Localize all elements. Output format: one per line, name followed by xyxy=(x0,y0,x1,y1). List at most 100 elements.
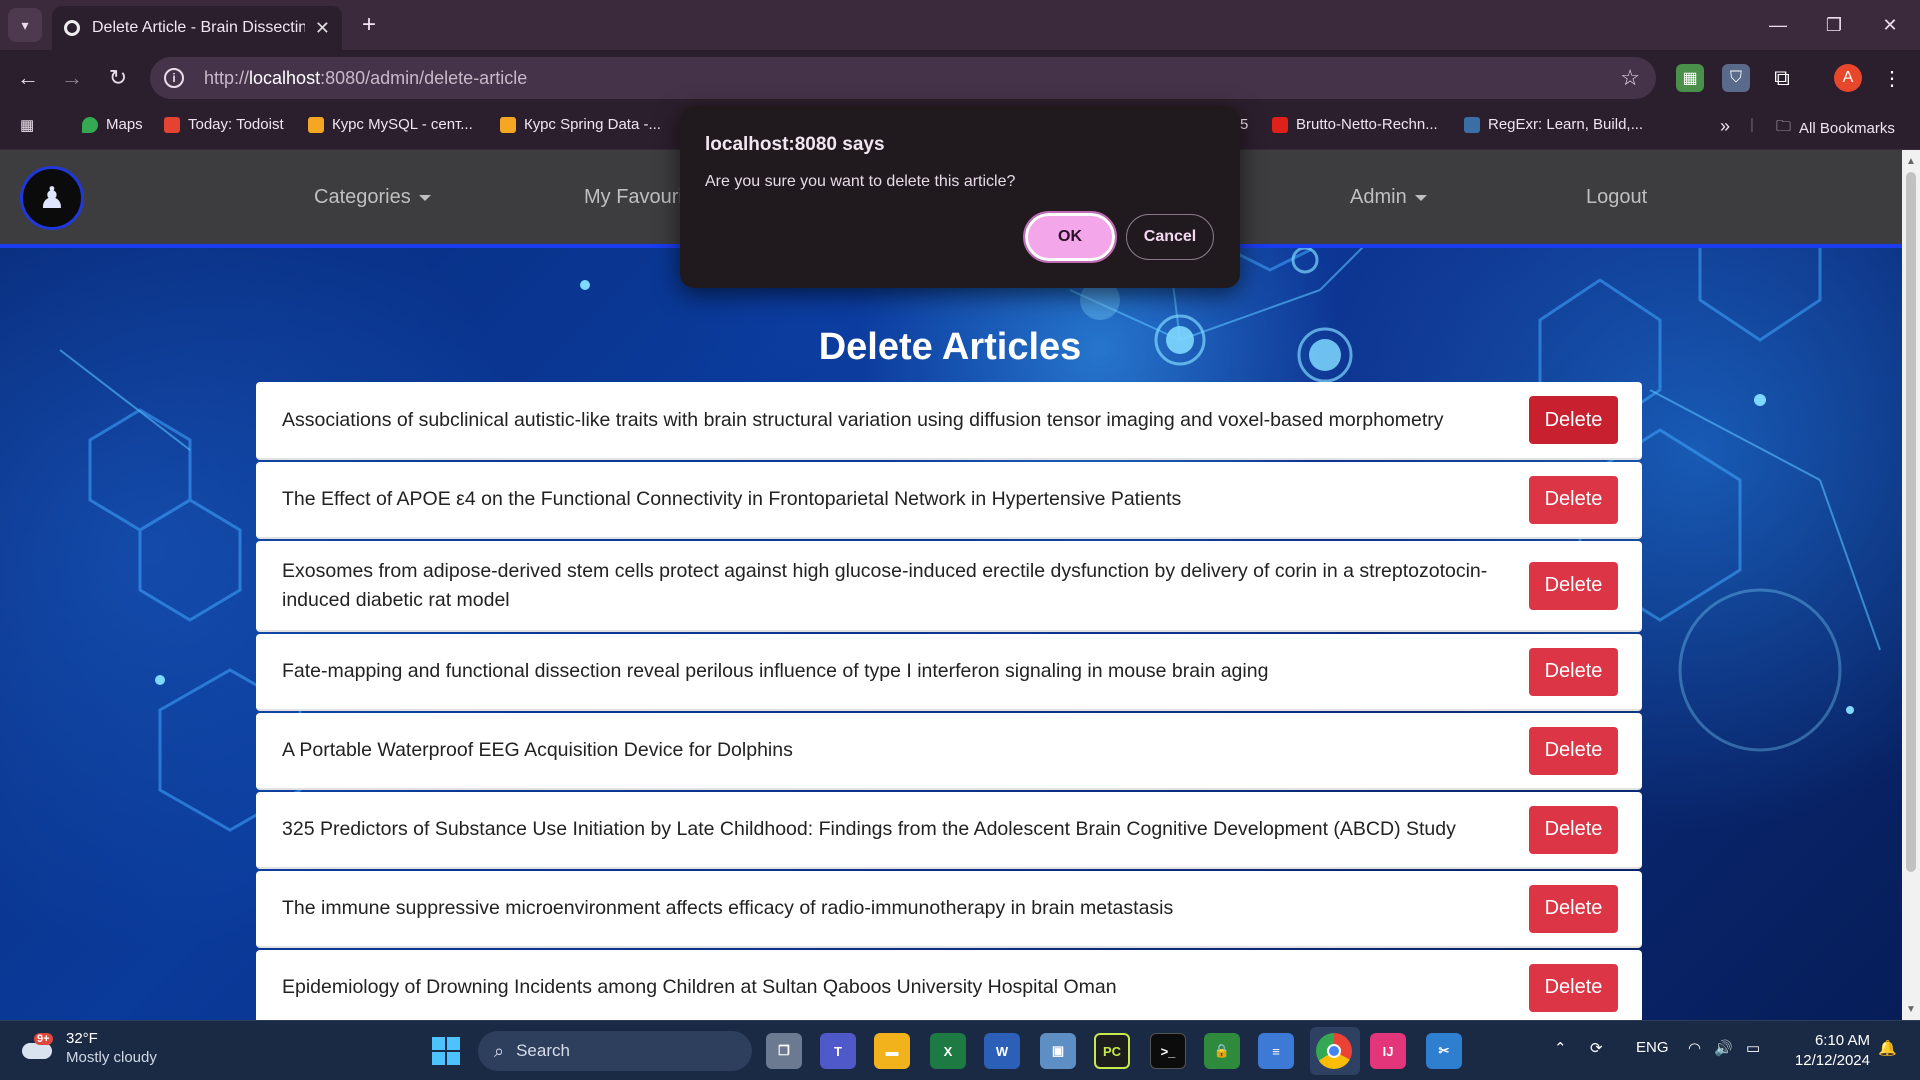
nav-logout-label: Logout xyxy=(1586,186,1648,208)
brain-dissecting-logo[interactable]: ♟ xyxy=(20,166,84,230)
nav-categories[interactable]: Categories xyxy=(314,186,431,209)
extension-shield-icon[interactable]: ⛉ xyxy=(1722,64,1750,92)
tab-favicon-icon xyxy=(64,20,80,36)
show-hidden-icons[interactable]: ⌃ xyxy=(1554,1039,1567,1057)
scroll-down-icon[interactable]: ▼ xyxy=(1902,1000,1920,1018)
article-title: 325 Predictors of Substance Use Initiati… xyxy=(282,818,1456,840)
article-title: A Portable Waterproof EEG Acquisition De… xyxy=(282,739,793,761)
reload-button[interactable]: ↻ xyxy=(100,60,136,96)
wifi-icon[interactable]: ◠ xyxy=(1688,1039,1701,1057)
confirm-dialog: localhost:8080 says Are you sure you wan… xyxy=(680,106,1240,288)
restore-button[interactable]: ❐ xyxy=(1806,0,1862,50)
todoist-icon xyxy=(164,116,180,133)
bookmark-brutto-netto[interactable]: Brutto-Netto-Rechn... xyxy=(1272,116,1438,133)
pycharm-icon[interactable]: PC xyxy=(1094,1033,1130,1069)
more-bookmarks-icon[interactable]: » xyxy=(1720,116,1730,137)
intellij-icon[interactable]: IJ xyxy=(1370,1033,1406,1069)
page-title: Delete Articles xyxy=(818,326,1082,368)
weather-widget[interactable]: 9+ 32°F Mostly cloudy xyxy=(20,1029,157,1067)
language-indicator[interactable]: ENG xyxy=(1636,1039,1669,1056)
new-tab-button[interactable]: + xyxy=(352,8,386,42)
apps-grid-icon[interactable]: ▦ xyxy=(20,116,34,134)
close-window-button[interactable]: ✕ xyxy=(1862,0,1918,50)
forward-button[interactable]: → xyxy=(54,60,90,96)
windows-start-icon[interactable] xyxy=(432,1037,460,1065)
notification-bell-icon[interactable]: 🔔 xyxy=(1878,1039,1897,1057)
dialog-message: Are you sure you want to delete this art… xyxy=(705,173,1016,190)
bookmark-mysql-course[interactable]: Курс MySQL - сеnт... xyxy=(308,116,473,133)
nav-favourites-label: My Favouri xyxy=(584,186,683,208)
delete-button[interactable]: Delete xyxy=(1529,884,1618,933)
article-row: A Portable Waterproof EEG Acquisition De… xyxy=(256,713,1642,790)
page-scrollbar[interactable]: ▲ ▼ xyxy=(1902,150,1920,1020)
extension-palette-icon[interactable]: ▦ xyxy=(1676,64,1704,92)
chrome-icon[interactable] xyxy=(1316,1033,1352,1069)
lock-app-icon[interactable]: 🔒 xyxy=(1204,1033,1240,1069)
tab-close-icon[interactable]: ✕ xyxy=(315,18,330,39)
article-title: Associations of subclinical autistic-lik… xyxy=(282,408,1444,431)
brutto-netto-icon xyxy=(1272,116,1288,133)
temperature: 32°F xyxy=(66,1030,98,1047)
cancel-button[interactable]: Cancel xyxy=(1126,214,1214,260)
tab-search-button[interactable]: ▾ xyxy=(8,8,42,42)
word-icon[interactable]: W xyxy=(984,1033,1020,1069)
bookmark-spring-course[interactable]: Курс Spring Data -... xyxy=(500,116,661,133)
delete-button[interactable]: Delete xyxy=(1529,805,1618,854)
file-explorer-icon[interactable]: ▬ xyxy=(874,1033,910,1069)
all-bookmarks[interactable]: 🗀 All Bookmarks xyxy=(1776,116,1895,141)
tab-title: Delete Article - Brain Dissecting xyxy=(92,19,305,36)
profile-avatar[interactable]: A xyxy=(1834,64,1862,92)
caret-down-icon xyxy=(418,194,431,201)
delete-button[interactable]: Delete xyxy=(1529,963,1618,1012)
task-view-icon[interactable]: ❐ xyxy=(766,1033,802,1069)
article-title: Fate-mapping and functional dissection r… xyxy=(282,660,1269,682)
delete-button[interactable]: Delete xyxy=(1529,475,1618,524)
reload-icon: ↻ xyxy=(108,65,128,90)
plus-icon: + xyxy=(361,11,376,38)
system-clock[interactable]: 6:10 AM 12/12/2024 xyxy=(1780,1031,1870,1071)
article-title: The Effect of APOE ε4 on the Functional … xyxy=(282,488,1182,510)
maps-pin-icon xyxy=(82,116,98,133)
scroll-up-icon[interactable]: ▲ xyxy=(1902,152,1920,170)
nav-logout[interactable]: Logout xyxy=(1586,186,1647,209)
volume-icon[interactable]: 🔊 xyxy=(1714,1039,1733,1057)
delete-button[interactable]: Delete xyxy=(1529,726,1618,775)
delete-button[interactable]: Delete xyxy=(1529,561,1618,610)
taskbar-search[interactable]: ⌕ Search xyxy=(478,1031,752,1071)
delete-button[interactable]: Delete xyxy=(1529,647,1618,696)
notepad-icon[interactable]: ≡ xyxy=(1258,1033,1294,1069)
site-info-icon[interactable]: i xyxy=(164,68,184,88)
nav-admin[interactable]: Admin xyxy=(1350,186,1427,209)
nav-categories-label: Categories xyxy=(314,186,411,208)
bookmark-maps[interactable]: Maps xyxy=(82,116,143,133)
extensions-puzzle-icon[interactable]: ⧉ xyxy=(1768,64,1796,92)
battery-icon[interactable]: ▭ xyxy=(1746,1039,1760,1057)
search-icon: ⌕ xyxy=(494,1040,505,1061)
article-title: Epidemiology of Drowning Incidents among… xyxy=(282,976,1117,998)
terminal-icon[interactable]: >_ xyxy=(1150,1033,1186,1069)
snipping-tool-icon[interactable]: ✂ xyxy=(1426,1033,1462,1069)
sync-icon[interactable]: ⟳ xyxy=(1590,1039,1603,1057)
nav-favourites[interactable]: My Favouri xyxy=(584,186,683,209)
bookmark-star-icon[interactable]: ☆ xyxy=(1620,65,1640,91)
course-icon xyxy=(500,116,516,133)
minimize-button[interactable]: — xyxy=(1750,0,1806,50)
scroll-thumb[interactable] xyxy=(1906,172,1916,872)
restore-icon: ❐ xyxy=(1825,14,1843,35)
bookmark-hidden[interactable]: 5 xyxy=(1240,116,1248,133)
teams-icon[interactable]: T xyxy=(820,1033,856,1069)
browser-tab-active[interactable]: Delete Article - Brain Dissecting ✕ xyxy=(52,6,342,50)
arrow-left-icon: ← xyxy=(17,65,39,90)
windows-taskbar: 9+ 32°F Mostly cloudy ⌕ Search ❐ T ▬ X W… xyxy=(0,1020,1920,1080)
excel-icon[interactable]: X xyxy=(930,1033,966,1069)
bookmark-label: Курс Spring Data -... xyxy=(524,116,661,133)
address-bar[interactable]: i http:// localhost :8080/admin/delete-a… xyxy=(150,57,1656,99)
bookmark-todoist[interactable]: Today: Todoist xyxy=(164,116,284,133)
photos-icon[interactable]: ▣ xyxy=(1040,1033,1076,1069)
delete-button[interactable]: Delete xyxy=(1529,396,1618,444)
menu-kebab-icon[interactable]: ⋮ xyxy=(1878,64,1906,92)
back-button[interactable]: ← xyxy=(10,60,46,96)
ok-button[interactable]: OK xyxy=(1023,211,1117,263)
article-title: Exosomes from adipose-derived stem cells… xyxy=(282,559,1488,611)
bookmark-regexr[interactable]: RegExr: Learn, Build,... xyxy=(1464,116,1643,133)
